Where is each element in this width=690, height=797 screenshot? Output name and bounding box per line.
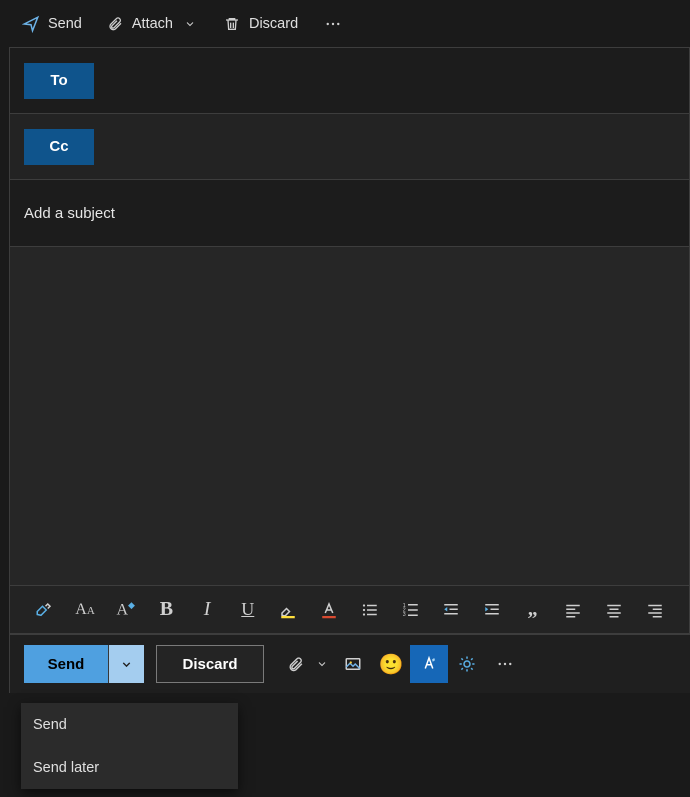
emoji-icon: 🙂 [379, 652, 404, 677]
send-menu-item-send-later[interactable]: Send later [21, 746, 238, 789]
paperclip-icon [286, 655, 304, 673]
increase-indent-button[interactable] [472, 590, 513, 630]
attach-label-top: Attach [132, 16, 173, 32]
italic-icon: I [204, 598, 211, 621]
chevron-down-icon [118, 655, 136, 673]
bullet-list-icon [361, 601, 379, 619]
send-button-bottom[interactable]: Send [24, 645, 108, 683]
compose-form: To Cc AA A◆ B I [9, 47, 690, 635]
bottom-icon-group: 🙂 [280, 645, 524, 683]
send-label-bottom: Send [48, 656, 85, 673]
chevron-down-icon [181, 15, 199, 33]
subject-row [10, 180, 689, 247]
discard-label-top: Discard [249, 16, 298, 32]
compose-bottom-toolbar: Send Discard 🙂 [9, 635, 690, 693]
font-size-icon: A◆ [116, 600, 134, 619]
discard-label-bottom: Discard [182, 656, 237, 673]
font-family-button[interactable]: AA [65, 590, 106, 630]
attach-dropdown-button[interactable] [310, 645, 334, 683]
send-menu-item-send[interactable]: Send [21, 703, 238, 746]
align-left-icon [564, 601, 582, 619]
attach-button-bottom[interactable] [280, 645, 310, 683]
quote-icon: „ [528, 598, 538, 621]
brightness-button[interactable] [448, 645, 486, 683]
underline-button[interactable]: U [227, 590, 268, 630]
emoji-button[interactable]: 🙂 [372, 645, 410, 683]
trash-icon [223, 15, 241, 33]
ellipsis-icon [324, 15, 342, 33]
bold-icon: B [160, 598, 173, 621]
subject-input[interactable] [24, 205, 675, 222]
format-toolbar: AA A◆ B I U [10, 586, 689, 634]
italic-button[interactable]: I [187, 590, 228, 630]
message-body-input[interactable] [10, 247, 689, 586]
cc-label: Cc [49, 138, 68, 155]
format-painter-icon [35, 601, 53, 619]
more-options-button-top[interactable] [314, 6, 352, 42]
send-options-menu: Send Send later [21, 703, 238, 789]
bold-button[interactable]: B [146, 590, 187, 630]
send-options-dropdown-button[interactable] [108, 645, 144, 683]
send-split-button: Send [24, 645, 144, 683]
align-center-icon [605, 601, 623, 619]
send-label-top: Send [48, 16, 82, 32]
align-right-button[interactable] [634, 590, 675, 630]
align-right-icon [646, 601, 664, 619]
compose-top-toolbar: Send Attach Discard [0, 0, 690, 47]
svg-text:3: 3 [402, 612, 405, 618]
send-menu-label-1: Send later [33, 760, 99, 776]
to-label: To [50, 72, 67, 89]
quote-button[interactable]: „ [512, 590, 553, 630]
chevron-down-icon [313, 655, 331, 673]
font-icon: AA [75, 601, 95, 619]
align-center-button[interactable] [594, 590, 635, 630]
ellipsis-icon [496, 655, 514, 673]
to-button[interactable]: To [24, 63, 94, 99]
cc-button[interactable]: Cc [24, 129, 94, 165]
indent-icon [483, 601, 501, 619]
underline-icon: U [241, 599, 254, 620]
more-options-button-bottom[interactable] [486, 645, 524, 683]
number-list-icon: 123 [402, 601, 420, 619]
formatting-icon [420, 655, 438, 673]
align-left-button[interactable] [553, 590, 594, 630]
format-painter-button[interactable] [24, 590, 65, 630]
send-menu-label-0: Send [33, 717, 67, 733]
recipient-row-to[interactable]: To [10, 48, 689, 114]
sun-icon [458, 655, 476, 673]
outdent-icon [442, 601, 460, 619]
discard-button-top[interactable]: Discard [215, 6, 306, 42]
recipient-row-cc[interactable]: Cc [10, 114, 689, 180]
discard-button-bottom[interactable]: Discard [156, 645, 264, 683]
highlight-color-button[interactable] [268, 590, 309, 630]
send-button-top[interactable]: Send [14, 6, 90, 42]
attach-button-top[interactable]: Attach [98, 6, 207, 42]
numbered-list-button[interactable]: 123 [390, 590, 431, 630]
send-icon [22, 15, 40, 33]
picture-icon [344, 655, 362, 673]
font-color-button[interactable] [309, 590, 350, 630]
decrease-indent-button[interactable] [431, 590, 472, 630]
formatting-toggle-button[interactable] [410, 645, 448, 683]
bulleted-list-button[interactable] [350, 590, 391, 630]
highlight-icon [279, 601, 297, 619]
paperclip-icon [106, 15, 124, 33]
insert-picture-button[interactable] [334, 645, 372, 683]
font-size-button[interactable]: A◆ [105, 590, 146, 630]
font-color-icon [320, 601, 338, 619]
